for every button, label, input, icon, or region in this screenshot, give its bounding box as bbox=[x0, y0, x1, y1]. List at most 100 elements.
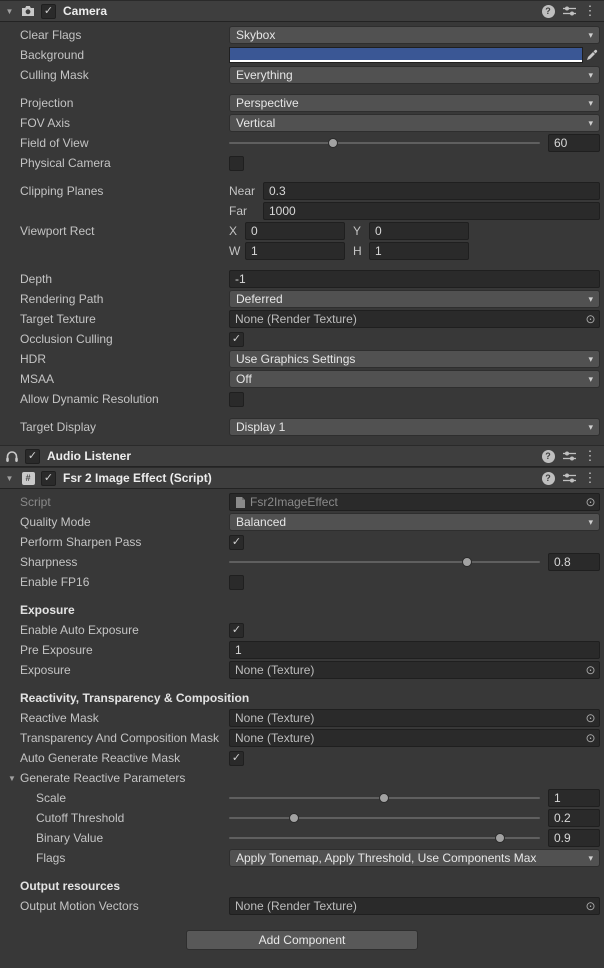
fsr2-title: Fsr 2 Image Effect (Script) bbox=[63, 471, 212, 485]
target-display-dropdown[interactable]: Display 1▾ bbox=[229, 418, 600, 436]
pre-exposure-field[interactable]: 1 bbox=[229, 641, 600, 659]
foldout-icon[interactable]: ▼ bbox=[8, 774, 18, 783]
audio-listener-component-header[interactable]: ✓ Audio Listener ? ⋮ bbox=[0, 445, 604, 467]
clear-flags-label: Clear Flags bbox=[0, 28, 229, 42]
occlusion-culling-row: Occlusion Culling ✓ bbox=[0, 329, 604, 349]
help-icon[interactable]: ? bbox=[540, 5, 556, 18]
audio-listener-enabled-checkbox[interactable]: ✓ bbox=[25, 449, 40, 464]
object-picker-icon[interactable]: ⊙ bbox=[582, 899, 599, 913]
depth-field[interactable]: -1 bbox=[229, 270, 600, 288]
dropdown-arrow-icon: ▾ bbox=[588, 517, 593, 528]
quality-mode-dropdown[interactable]: Balanced▾ bbox=[229, 513, 600, 531]
cutoff-threshold-label: Cutoff Threshold bbox=[0, 811, 229, 825]
x-field[interactable]: 0 bbox=[245, 222, 345, 240]
kebab-menu-icon[interactable]: ⋮ bbox=[582, 3, 598, 19]
kebab-menu-icon[interactable]: ⋮ bbox=[582, 448, 598, 464]
object-picker-icon[interactable]: ⊙ bbox=[582, 312, 599, 326]
object-picker-icon[interactable]: ⊙ bbox=[582, 731, 599, 745]
fsr2-foldout-icon[interactable]: ▼ bbox=[4, 474, 15, 483]
scale-slider-handle[interactable] bbox=[379, 793, 389, 803]
dropdown-arrow-icon: ▾ bbox=[588, 98, 593, 109]
allow-dynamic-resolution-checkbox[interactable] bbox=[229, 392, 244, 407]
physical-camera-row: Physical Camera bbox=[0, 153, 604, 173]
scale-slider[interactable] bbox=[229, 789, 540, 807]
field-of-view-slider[interactable] bbox=[229, 134, 540, 152]
preset-icon[interactable] bbox=[561, 450, 577, 462]
add-component-button[interactable]: Add Component bbox=[186, 930, 418, 950]
fsr2-component-header[interactable]: ▼ # ✓ Fsr 2 Image Effect (Script) ? ⋮ bbox=[0, 467, 604, 489]
sharpness-label: Sharpness bbox=[0, 555, 229, 569]
cutoff-threshold-slider[interactable] bbox=[229, 809, 540, 827]
object-picker-icon[interactable]: ⊙ bbox=[582, 711, 599, 725]
reactive-mask-object-field[interactable]: None (Texture)⊙ bbox=[229, 709, 600, 727]
sharpness-value[interactable]: 0.8 bbox=[548, 553, 600, 571]
background-color-field[interactable] bbox=[229, 47, 600, 63]
enable-fp16-label: Enable FP16 bbox=[0, 575, 229, 589]
transparency-mask-object-field[interactable]: None (Texture)⊙ bbox=[229, 729, 600, 747]
msaa-dropdown[interactable]: Off▾ bbox=[229, 370, 600, 388]
output-motion-vectors-object-field[interactable]: None (Render Texture)⊙ bbox=[229, 897, 600, 915]
y-field[interactable]: 0 bbox=[369, 222, 469, 240]
occlusion-culling-checkbox[interactable]: ✓ bbox=[229, 332, 244, 347]
target-texture-label: Target Texture bbox=[0, 312, 229, 326]
check-icon: ✓ bbox=[232, 334, 241, 345]
far-field[interactable]: 1000 bbox=[263, 202, 600, 220]
h-field[interactable]: 1 bbox=[369, 242, 469, 260]
flags-label: Flags bbox=[0, 851, 229, 865]
field-of-view-label: Field of View bbox=[0, 136, 229, 150]
fsr2-enabled-checkbox[interactable]: ✓ bbox=[41, 471, 56, 486]
quality-mode-row: Quality Mode Balanced▾ bbox=[0, 512, 604, 532]
hdr-dropdown[interactable]: Use Graphics Settings▾ bbox=[229, 350, 600, 368]
enable-fp16-checkbox[interactable] bbox=[229, 575, 244, 590]
fsr2-component-body: Script Fsr2ImageEffect ⊙ Quality Mode Ba… bbox=[0, 489, 604, 916]
cutoff-threshold-slider-handle[interactable] bbox=[289, 813, 299, 823]
background-row: Background bbox=[0, 45, 604, 65]
rendering-path-dropdown[interactable]: Deferred▾ bbox=[229, 290, 600, 308]
scale-value[interactable]: 1 bbox=[548, 789, 600, 807]
check-icon: ✓ bbox=[28, 451, 37, 462]
w-field[interactable]: 1 bbox=[245, 242, 345, 260]
output-section-header: Output resources bbox=[0, 879, 229, 893]
camera-enabled-checkbox[interactable]: ✓ bbox=[41, 4, 56, 19]
help-icon[interactable]: ? bbox=[540, 472, 556, 485]
preset-icon[interactable] bbox=[561, 472, 577, 484]
flags-dropdown[interactable]: Apply Tonemap, Apply Threshold, Use Comp… bbox=[229, 849, 600, 867]
exposure-row: Exposure None (Texture)⊙ bbox=[0, 660, 604, 680]
auto-generate-reactive-mask-checkbox[interactable]: ✓ bbox=[229, 751, 244, 766]
enable-auto-exposure-checkbox[interactable]: ✓ bbox=[229, 623, 244, 638]
sharpness-slider-handle[interactable] bbox=[462, 557, 472, 567]
clipping-planes-near-row: Clipping Planes Near 0.3 bbox=[0, 181, 604, 201]
check-icon: ✓ bbox=[232, 537, 241, 548]
background-color-swatch[interactable] bbox=[229, 47, 583, 63]
field-of-view-value[interactable]: 60 bbox=[548, 134, 600, 152]
object-picker-icon[interactable]: ⊙ bbox=[582, 663, 599, 677]
perform-sharpen-pass-checkbox[interactable]: ✓ bbox=[229, 535, 244, 550]
check-icon: ✓ bbox=[232, 753, 241, 764]
enable-fp16-row: Enable FP16 bbox=[0, 572, 604, 592]
cutoff-threshold-value[interactable]: 0.2 bbox=[548, 809, 600, 827]
camera-foldout-icon[interactable]: ▼ bbox=[4, 7, 15, 16]
generate-reactive-parameters-foldout[interactable]: ▼ Generate Reactive Parameters bbox=[0, 771, 229, 785]
culling-mask-dropdown[interactable]: Everything▾ bbox=[229, 66, 600, 84]
help-icon[interactable]: ? bbox=[540, 450, 556, 463]
viewport-rect-xy-row: Viewport Rect X 0 Y 0 bbox=[0, 221, 604, 241]
field-of-view-slider-handle[interactable] bbox=[328, 138, 338, 148]
fov-axis-dropdown[interactable]: Vertical▾ bbox=[229, 114, 600, 132]
projection-dropdown[interactable]: Perspective▾ bbox=[229, 94, 600, 112]
binary-value-value[interactable]: 0.9 bbox=[548, 829, 600, 847]
physical-camera-checkbox[interactable] bbox=[229, 156, 244, 171]
clear-flags-dropdown[interactable]: Skybox▾ bbox=[229, 26, 600, 44]
binary-value-slider-handle[interactable] bbox=[495, 833, 505, 843]
binary-value-slider[interactable] bbox=[229, 829, 540, 847]
sharpness-slider[interactable] bbox=[229, 553, 540, 571]
script-row: Script Fsr2ImageEffect ⊙ bbox=[0, 492, 604, 512]
near-field[interactable]: 0.3 bbox=[263, 182, 600, 200]
exposure-object-field[interactable]: None (Texture)⊙ bbox=[229, 661, 600, 679]
eyedropper-icon[interactable] bbox=[583, 49, 600, 61]
object-picker-icon[interactable]: ⊙ bbox=[582, 495, 599, 509]
check-icon: ✓ bbox=[44, 6, 53, 17]
kebab-menu-icon[interactable]: ⋮ bbox=[582, 470, 598, 486]
preset-icon[interactable] bbox=[561, 5, 577, 17]
camera-component-header[interactable]: ▼ ✓ Camera ? ⋮ bbox=[0, 0, 604, 22]
target-texture-object-field[interactable]: None (Render Texture)⊙ bbox=[229, 310, 600, 328]
